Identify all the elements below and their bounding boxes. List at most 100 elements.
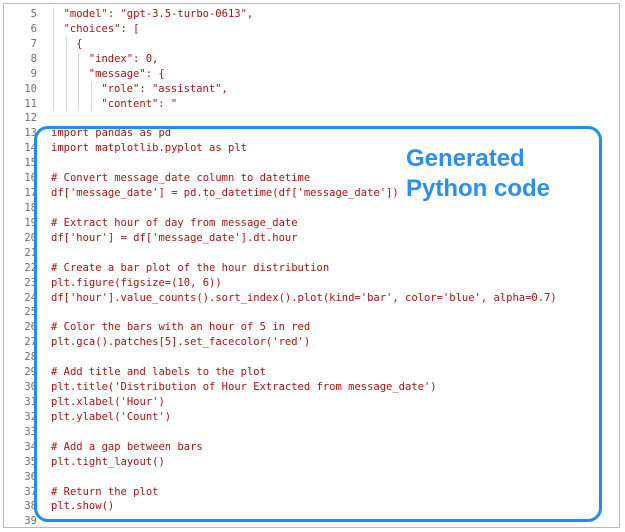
code-text: "model": "gpt-3.5-turbo-0613", bbox=[63, 8, 254, 20]
code-text: # Color the bars with an hour of 5 in re… bbox=[51, 321, 311, 334]
line-number: 12 bbox=[24, 112, 37, 125]
code-line[interactable]: 26 # Color the bars with an hour of 5 in … bbox=[4, 320, 619, 335]
indent-guide bbox=[65, 51, 67, 67]
code-editor[interactable]: 5 "model": "gpt-3.5-turbo-0613", 6 "choices… bbox=[4, 7, 619, 528]
line-number: 13 bbox=[24, 127, 37, 140]
line-number: 10 bbox=[24, 82, 37, 95]
indent-guide bbox=[53, 51, 54, 67]
code-line[interactable]: 36 bbox=[4, 470, 619, 485]
indent-guide bbox=[90, 81, 92, 97]
code-line[interactable]: 9 "message": { bbox=[4, 66, 619, 82]
line-number: 8 bbox=[30, 52, 37, 65]
indent-guide bbox=[53, 81, 54, 97]
line-number: 21 bbox=[24, 246, 37, 259]
line-number: 32 bbox=[24, 410, 37, 423]
code-text: plt.xlabel('Hour') bbox=[51, 395, 165, 408]
line-number: 29 bbox=[24, 366, 37, 379]
line-number: 37 bbox=[24, 485, 37, 498]
line-number: 22 bbox=[24, 261, 37, 274]
code-line[interactable]: 29 # Add title and labels to the plot bbox=[4, 365, 619, 380]
indent-guide bbox=[78, 51, 80, 67]
indent-guide bbox=[65, 96, 67, 112]
code-line[interactable]: 25 bbox=[4, 305, 619, 320]
code-text: df['hour'] = df['message_date'].dt.hour bbox=[51, 231, 298, 244]
code-text: # Create a bar plot of the hour distribu… bbox=[51, 261, 330, 274]
code-line[interactable]: 22 # Create a bar plot of the hour distri… bbox=[4, 261, 619, 276]
code-line[interactable]: 28 bbox=[4, 350, 619, 365]
code-line[interactable]: 39 bbox=[4, 514, 619, 528]
indent-guide bbox=[65, 81, 67, 97]
code-line[interactable]: 33 bbox=[4, 425, 619, 440]
code-text: "content": " bbox=[101, 97, 178, 110]
code-line[interactable]: 38 plt.show() bbox=[4, 499, 619, 514]
code-line[interactable]: 20 df['hour'] = df['message_date'].dt.hou… bbox=[4, 231, 619, 246]
code-line[interactable]: 31 plt.xlabel('Hour') bbox=[4, 395, 619, 410]
line-number: 14 bbox=[24, 142, 37, 155]
code-line[interactable]: 32 plt.ylabel('Count') bbox=[4, 410, 619, 425]
line-number: 27 bbox=[24, 336, 37, 349]
code-line[interactable]: 8 "index": 0, bbox=[4, 51, 619, 67]
code-text: "message": { bbox=[88, 67, 165, 80]
code-line[interactable]: 23 plt.figure(figsize=(10, 6)) bbox=[4, 276, 619, 291]
code-text: "choices": [ bbox=[63, 22, 140, 35]
code-text: # Convert message_date column to datetim… bbox=[51, 172, 311, 185]
code-line[interactable]: 10 "role": "assistant", bbox=[4, 81, 619, 97]
code-text: # Extract hour of day from message_date bbox=[51, 216, 298, 229]
code-editor-window: 5 "model": "gpt-3.5-turbo-0613", 6 "choices… bbox=[3, 3, 620, 528]
line-number: 6 bbox=[30, 22, 37, 35]
code-text: # Return the plot bbox=[51, 485, 159, 498]
code-line[interactable]: 11 "content": " bbox=[4, 96, 619, 112]
code-line[interactable]: 24 df['hour'].value_counts().sort_index()… bbox=[4, 291, 619, 306]
line-number: 17 bbox=[24, 187, 37, 200]
code-text: plt.tight_layout() bbox=[51, 455, 165, 468]
line-number: 39 bbox=[24, 515, 37, 528]
code-line[interactable]: 30 plt.title('Distribution of Hour Extrac… bbox=[4, 380, 619, 395]
line-number: 19 bbox=[24, 216, 37, 229]
code-line[interactable]: 6 "choices": [ bbox=[4, 21, 619, 37]
indent-guide bbox=[53, 7, 54, 22]
code-text: df['message_date'] = pd.to_datetime(df['… bbox=[51, 187, 399, 200]
line-number: 9 bbox=[30, 67, 37, 80]
code-line[interactable]: 34 # Add a gap between bars bbox=[4, 440, 619, 455]
code-line[interactable]: 19 # Extract hour of day from message_dat… bbox=[4, 216, 619, 231]
line-number: 26 bbox=[24, 321, 37, 334]
line-number: 20 bbox=[24, 231, 37, 244]
code-line[interactable]: 13 import pandas as pd bbox=[4, 126, 619, 141]
indent-guide bbox=[53, 66, 54, 82]
line-number: 36 bbox=[24, 470, 37, 483]
code-line[interactable]: 21 bbox=[4, 246, 619, 261]
code-text: { bbox=[76, 37, 83, 50]
indent-guide bbox=[65, 66, 67, 82]
code-text: # Add a gap between bars bbox=[51, 440, 203, 453]
code-line[interactable]: 12 bbox=[4, 111, 619, 126]
code-text: "index": 0, bbox=[88, 52, 159, 65]
indent-guide bbox=[53, 36, 54, 52]
indent-guide bbox=[53, 21, 54, 37]
code-text: import matplotlib.pyplot as plt bbox=[51, 142, 247, 155]
line-number: 15 bbox=[24, 157, 37, 170]
callout-line-2: Python code bbox=[406, 175, 551, 202]
code-text: "role": "assistant", bbox=[101, 82, 228, 95]
code-text: plt.ylabel('Count') bbox=[51, 410, 172, 423]
code-text: plt.title('Distribution of Hour Extracte… bbox=[51, 381, 437, 394]
line-number: 18 bbox=[24, 201, 37, 214]
line-number: 16 bbox=[24, 172, 37, 185]
code-line[interactable]: 27 plt.gca().patches[5].set_facecolor('re… bbox=[4, 335, 619, 350]
indent-guide bbox=[90, 96, 92, 112]
line-number: 24 bbox=[24, 291, 37, 304]
indent-guide bbox=[53, 96, 54, 112]
code-line[interactable]: 35 plt.tight_layout() bbox=[4, 455, 619, 470]
indent-guide bbox=[78, 81, 80, 97]
line-number: 25 bbox=[24, 306, 37, 319]
code-line[interactable]: 5 "model": "gpt-3.5-turbo-0613", bbox=[4, 7, 619, 22]
line-number: 38 bbox=[24, 500, 37, 513]
code-text: plt.figure(figsize=(10, 6)) bbox=[51, 276, 222, 289]
code-text: # Add title and labels to the plot bbox=[51, 366, 266, 379]
line-number: 5 bbox=[30, 8, 37, 20]
line-number: 23 bbox=[24, 276, 37, 289]
code-text: plt.show() bbox=[51, 500, 115, 513]
indent-guide bbox=[65, 36, 67, 52]
line-number: 34 bbox=[24, 440, 37, 453]
code-line[interactable]: 37 # Return the plot bbox=[4, 485, 619, 500]
code-line[interactable]: 7{ bbox=[4, 36, 619, 52]
